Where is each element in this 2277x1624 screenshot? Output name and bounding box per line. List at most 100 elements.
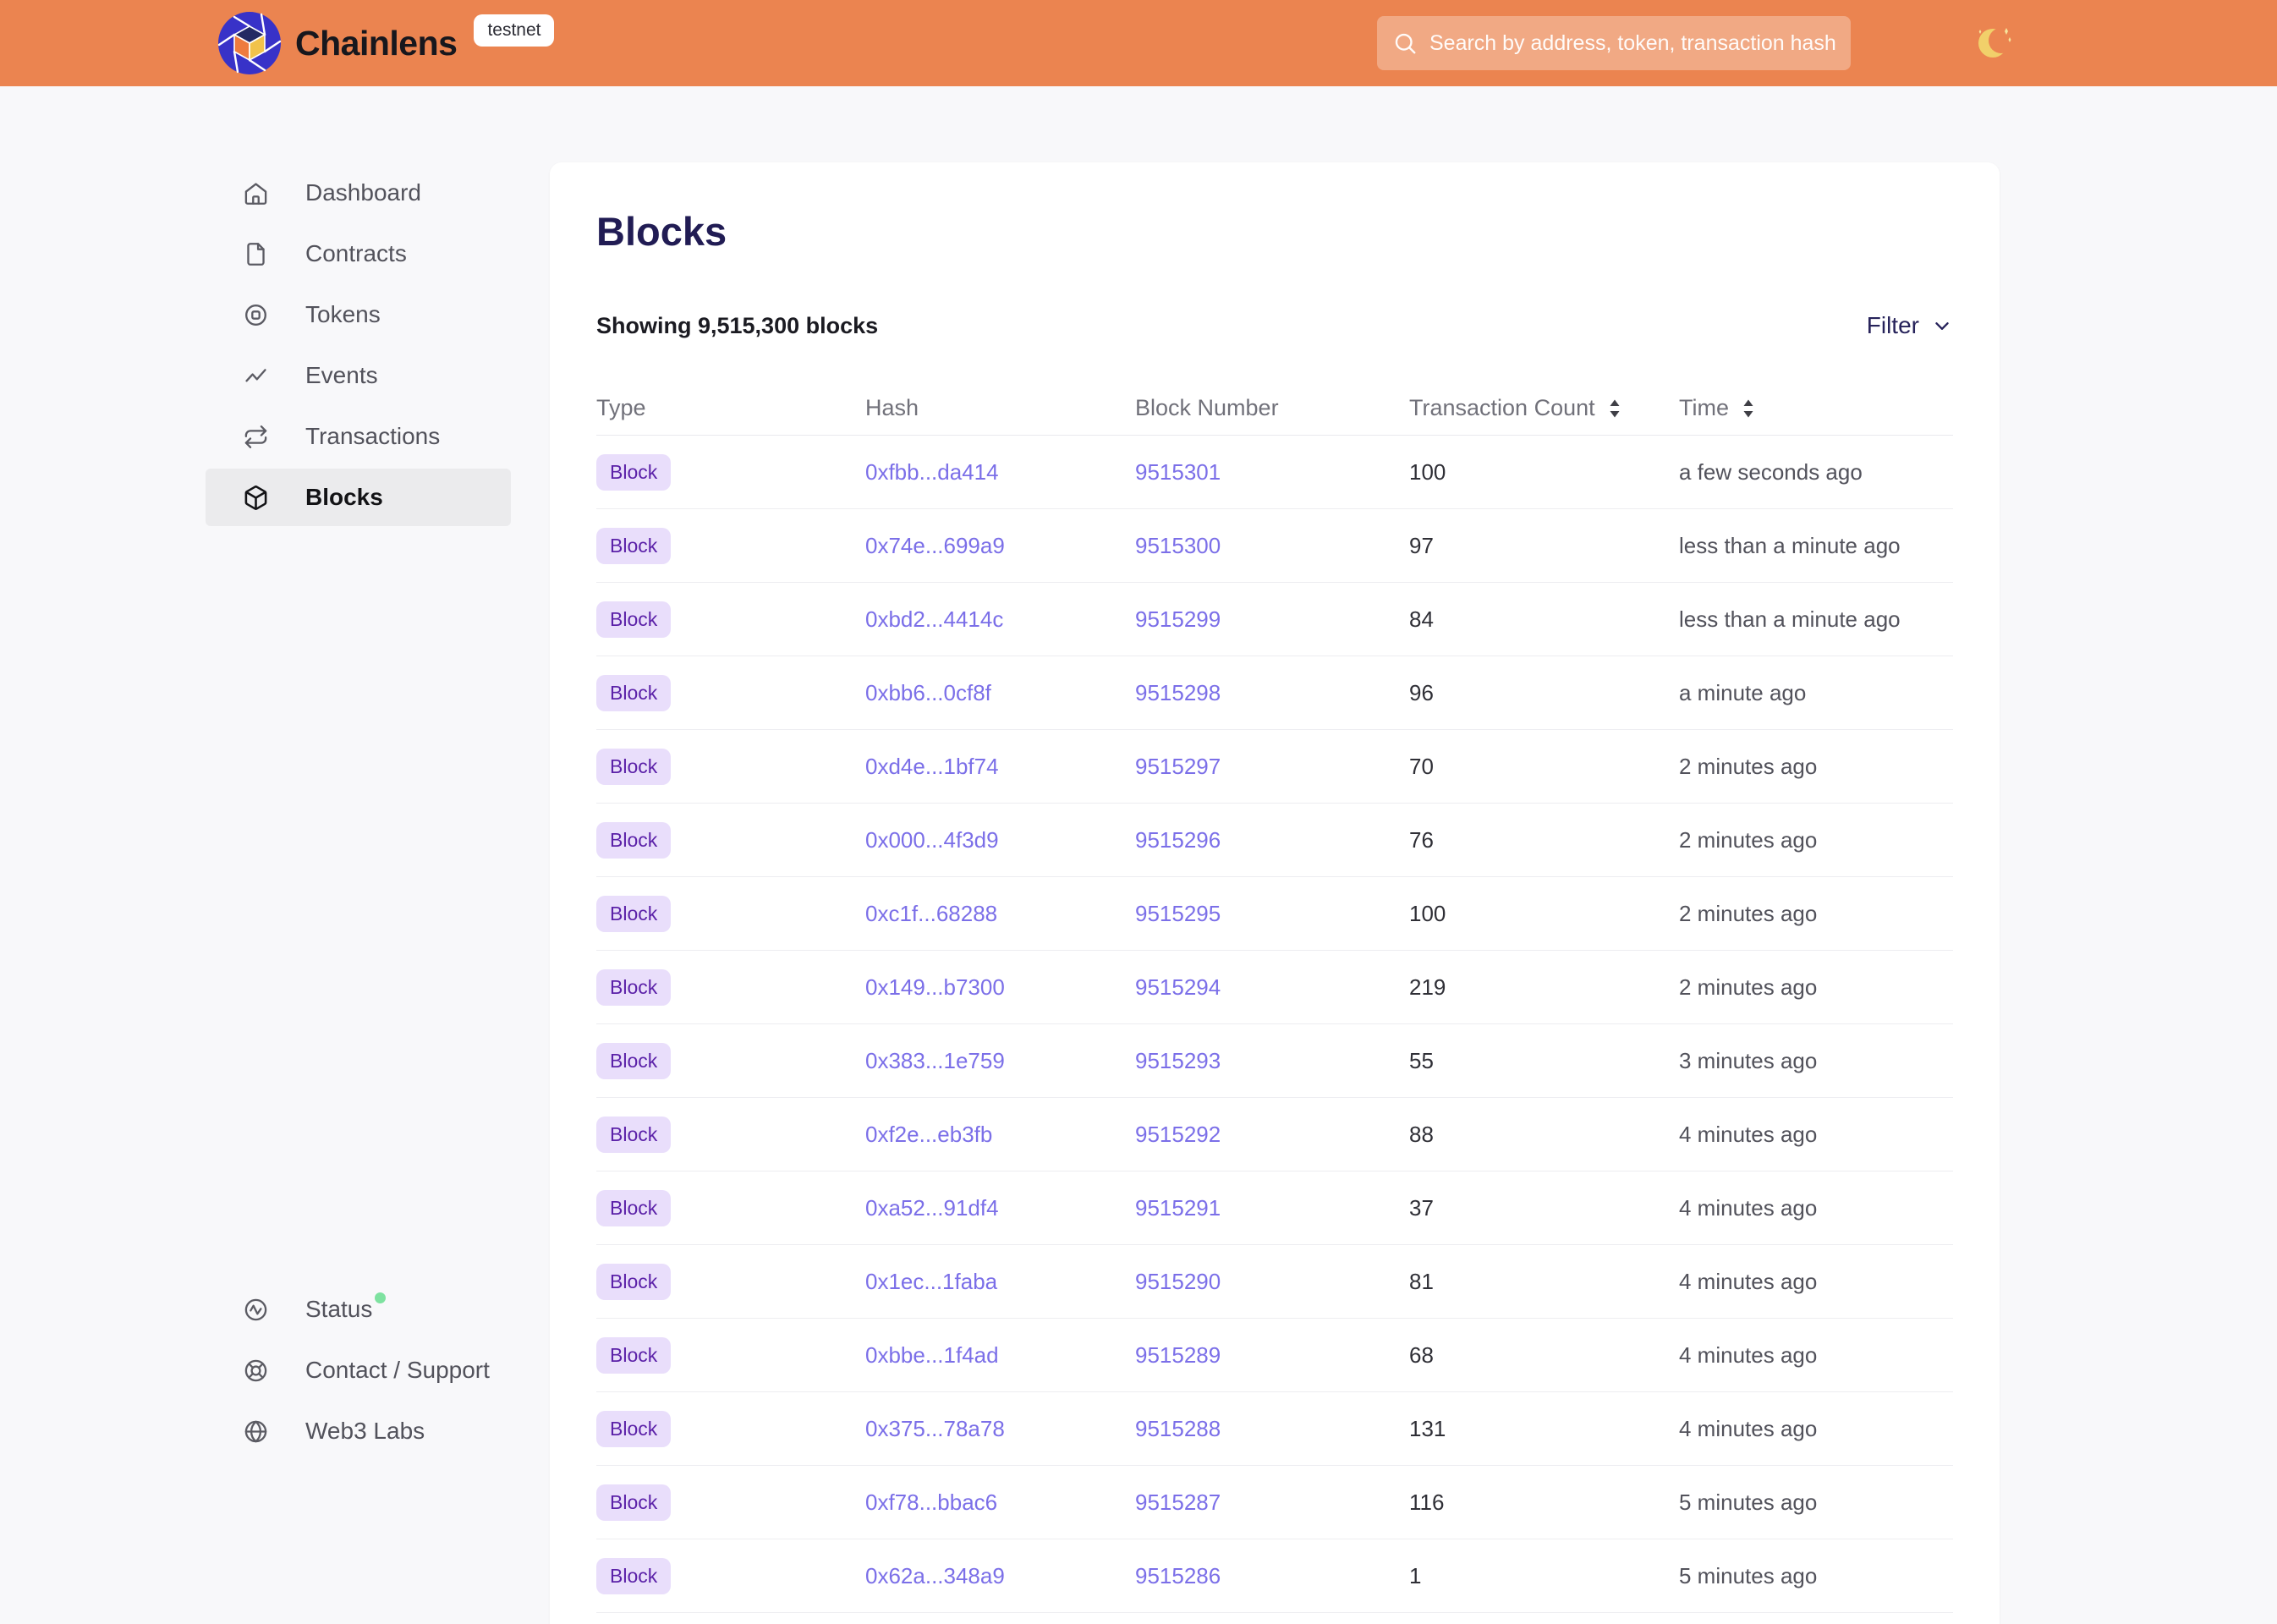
block-time-value: 5 minutes ago <box>1679 1563 1953 1589</box>
table-row: Block 0xc1f...68288 9515295 100 2 minute… <box>596 877 1953 951</box>
block-time-value: 4 minutes ago <box>1679 1122 1953 1148</box>
block-type-badge: Block <box>596 1484 671 1521</box>
sidebar-item-contracts[interactable]: Contracts <box>206 225 511 283</box>
moon-icon <box>1972 19 2020 66</box>
transaction-count-value: 76 <box>1409 827 1679 853</box>
filter-dropdown[interactable]: Filter <box>1867 312 1953 339</box>
block-type-badge: Block <box>596 601 671 638</box>
table-row: Block 0xf78...bbac6 9515287 116 5 minute… <box>596 1466 1953 1539</box>
block-time-value: 4 minutes ago <box>1679 1269 1953 1295</box>
lifebuoy-icon <box>243 1358 269 1384</box>
search-input[interactable] <box>1429 31 1835 56</box>
column-header-type: Type <box>596 395 865 421</box>
block-number-link[interactable]: 9515295 <box>1135 901 1221 926</box>
table-row: Block 0xbb6...0cf8f 9515298 96 a minute … <box>596 656 1953 730</box>
table-row: Block 0xd4e...1bf74 9515297 70 2 minutes… <box>596 730 1953 804</box>
block-hash-link[interactable]: 0x149...b7300 <box>865 974 1005 1000</box>
sidebar-item-tokens[interactable]: Tokens <box>206 286 511 343</box>
block-type-badge: Block <box>596 896 671 932</box>
block-number-link[interactable]: 9515288 <box>1135 1416 1221 1441</box>
block-number-link[interactable]: 9515293 <box>1135 1048 1221 1073</box>
status-online-dot <box>375 1292 386 1303</box>
block-number-link[interactable]: 9515301 <box>1135 459 1221 485</box>
table-row: Block 0xfbb...da414 9515301 100 a few se… <box>596 436 1953 509</box>
block-number-link[interactable]: 9515287 <box>1135 1490 1221 1515</box>
filter-label: Filter <box>1867 312 1919 339</box>
block-hash-link[interactable]: 0x74e...699a9 <box>865 533 1005 558</box>
transaction-count-value: 37 <box>1409 1195 1679 1221</box>
activity-icon <box>243 1297 269 1323</box>
sidebar-item-web3-labs[interactable]: Web3 Labs <box>206 1402 511 1460</box>
block-type-badge: Block <box>596 969 671 1006</box>
block-number-link[interactable]: 9515298 <box>1135 680 1221 705</box>
sort-icon[interactable] <box>1742 398 1755 420</box>
table-body: Block 0xfbb...da414 9515301 100 a few se… <box>596 436 1953 1613</box>
table-row: Block 0x375...78a78 9515288 131 4 minute… <box>596 1392 1953 1466</box>
sidebar-item-transactions[interactable]: Transactions <box>206 408 511 465</box>
block-number-link[interactable]: 9515294 <box>1135 974 1221 1000</box>
sidebar-item-dashboard[interactable]: Dashboard <box>206 164 511 222</box>
brand[interactable]: Chainlens testnet <box>217 0 554 86</box>
block-time-value: 4 minutes ago <box>1679 1195 1953 1221</box>
repeat-icon <box>243 424 269 450</box>
column-header-time[interactable]: Time <box>1679 395 1953 421</box>
search-bar[interactable] <box>1377 16 1851 70</box>
sidebar-item-contact-support[interactable]: Contact / Support <box>206 1341 511 1399</box>
block-time-value: 2 minutes ago <box>1679 754 1953 780</box>
sidebar: Dashboard Contracts Tokens Events Transa… <box>206 164 511 529</box>
block-number-link[interactable]: 9515289 <box>1135 1342 1221 1368</box>
showing-count-text: Showing 9,515,300 blocks <box>596 313 878 339</box>
block-hash-link[interactable]: 0xc1f...68288 <box>865 901 997 926</box>
sort-icon[interactable] <box>1608 398 1621 420</box>
block-hash-link[interactable]: 0xbb6...0cf8f <box>865 680 991 705</box>
chevron-down-icon <box>1931 315 1953 337</box>
network-badge: testnet <box>474 14 554 47</box>
block-time-value: 2 minutes ago <box>1679 974 1953 1001</box>
block-hash-link[interactable]: 0x62a...348a9 <box>865 1563 1005 1588</box>
block-type-badge: Block <box>596 1190 671 1226</box>
block-number-link[interactable]: 9515297 <box>1135 754 1221 779</box>
block-hash-link[interactable]: 0x375...78a78 <box>865 1416 1005 1441</box>
table-row: Block 0x383...1e759 9515293 55 3 minutes… <box>596 1024 1953 1098</box>
block-hash-link[interactable]: 0x000...4f3d9 <box>865 827 999 853</box>
dark-mode-toggle[interactable] <box>1972 19 2020 66</box>
brand-name: Chainlens <box>295 24 457 63</box>
block-hash-link[interactable]: 0xa52...91df4 <box>865 1195 999 1221</box>
column-header-block-number: Block Number <box>1135 395 1409 421</box>
block-time-value: a minute ago <box>1679 680 1953 706</box>
block-hash-link[interactable]: 0xf2e...eb3fb <box>865 1122 992 1147</box>
block-hash-link[interactable]: 0x383...1e759 <box>865 1048 1005 1073</box>
table-row: Block 0x74e...699a9 9515300 97 less than… <box>596 509 1953 583</box>
sidebar-item-events[interactable]: Events <box>206 347 511 404</box>
cube-icon <box>243 485 269 511</box>
block-hash-link[interactable]: 0xd4e...1bf74 <box>865 754 999 779</box>
block-number-link[interactable]: 9515300 <box>1135 533 1221 558</box>
column-header-transaction-count[interactable]: Transaction Count <box>1409 395 1679 421</box>
block-number-link[interactable]: 9515286 <box>1135 1563 1221 1588</box>
block-number-link[interactable]: 9515290 <box>1135 1269 1221 1294</box>
block-type-badge: Block <box>596 1411 671 1447</box>
block-hash-link[interactable]: 0xbbe...1f4ad <box>865 1342 999 1368</box>
block-hash-link[interactable]: 0xfbb...da414 <box>865 459 999 485</box>
block-number-link[interactable]: 9515291 <box>1135 1195 1221 1221</box>
block-time-value: less than a minute ago <box>1679 533 1953 559</box>
block-number-link[interactable]: 9515299 <box>1135 606 1221 632</box>
block-hash-link[interactable]: 0xbd2...4414c <box>865 606 1003 632</box>
block-number-link[interactable]: 9515292 <box>1135 1122 1221 1147</box>
block-hash-link[interactable]: 0xf78...bbac6 <box>865 1490 997 1515</box>
table-row: Block 0xa52...91df4 9515291 37 4 minutes… <box>596 1171 1953 1245</box>
top-header: Chainlens testnet <box>0 0 2277 86</box>
block-type-badge: Block <box>596 675 671 711</box>
sidebar-item-blocks[interactable]: Blocks <box>206 469 511 526</box>
document-icon <box>243 241 269 267</box>
block-hash-link[interactable]: 0x1ec...1faba <box>865 1269 997 1294</box>
block-number-link[interactable]: 9515296 <box>1135 827 1221 853</box>
table-row: Block 0x000...4f3d9 9515296 76 2 minutes… <box>596 804 1953 877</box>
block-time-value: 5 minutes ago <box>1679 1490 1953 1516</box>
block-time-value: a few seconds ago <box>1679 459 1953 486</box>
trend-icon <box>243 363 269 389</box>
blocks-table: Type Hash Block Number Transaction Count <box>596 381 1953 1613</box>
block-time-value: less than a minute ago <box>1679 606 1953 633</box>
sidebar-item-status[interactable]: Status <box>206 1281 511 1338</box>
block-type-badge: Block <box>596 454 671 491</box>
